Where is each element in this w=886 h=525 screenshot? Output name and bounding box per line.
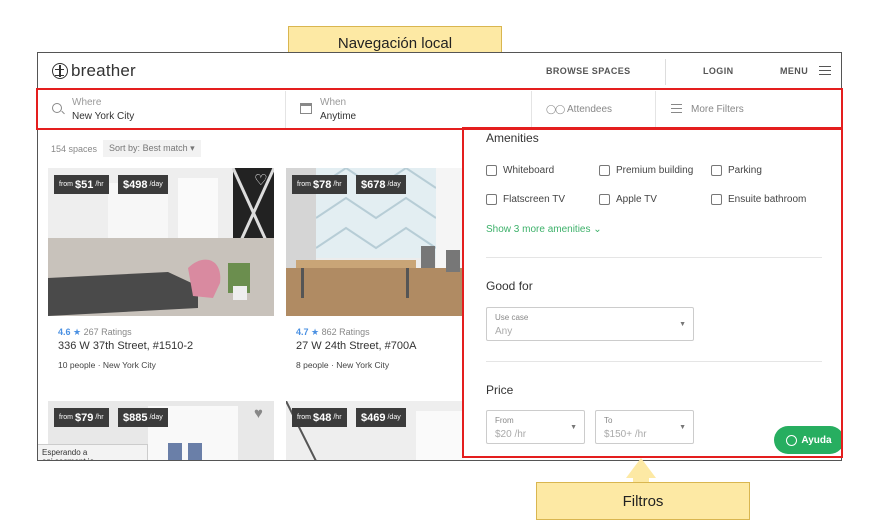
hamburger-icon[interactable]	[819, 66, 831, 75]
listing-address[interactable]: 27 W 24th Street, #700A	[296, 340, 416, 352]
hourly-unit: /hr	[333, 181, 342, 188]
heart-icon[interactable]: ♥	[254, 406, 268, 421]
daily-unit: /day	[387, 414, 401, 421]
price-from-label: from	[297, 414, 311, 421]
results-meta: 154 spaces Sort by: Best match ▾	[51, 140, 201, 157]
logo[interactable]: breather	[52, 61, 136, 81]
callout-arrow-up	[626, 458, 656, 478]
daily-price: $885	[123, 411, 148, 424]
hourly-price-tag: from $48 /hr	[292, 408, 347, 427]
logo-text: breather	[71, 61, 136, 80]
filters-highlight	[462, 127, 843, 458]
rating-row: 4.6 ★ 267 Ratings	[58, 327, 132, 338]
price-from-label: from	[59, 414, 73, 421]
capacity: 8 people	[296, 360, 329, 370]
browse-spaces-link[interactable]: BROWSE SPACES	[546, 66, 631, 76]
nav-divider	[665, 59, 666, 85]
sort-value: Best match	[142, 143, 188, 153]
hourly-price: $79	[75, 411, 94, 424]
heart-icon[interactable]: ♡	[254, 173, 268, 188]
browser-status-bar: Esperando a api.segment.io...	[38, 444, 148, 460]
results-count: 154 spaces	[51, 143, 98, 154]
price-from-label: from	[297, 181, 311, 188]
hourly-unit: /hr	[95, 181, 104, 188]
listing-photo[interactable]: from $51 /hr $498 /day ♡	[48, 168, 274, 316]
listing-meta: 10 people · New York City	[58, 360, 156, 370]
hourly-price: $78	[313, 178, 332, 191]
top-navigation: breather BROWSE SPACES LOGIN MENU	[38, 53, 841, 90]
daily-unit: /day	[149, 181, 163, 188]
city: New York City	[336, 360, 390, 370]
hourly-price-tag: from $51 /hr	[54, 175, 109, 194]
daily-price: $498	[123, 178, 148, 191]
star-icon: ★	[73, 327, 82, 337]
hourly-price-tag: from $78 /hr	[292, 175, 347, 194]
listing-card[interactable]: from $51 /hr $498 /day ♡ 4.6 ★ 267 Ratin…	[48, 168, 274, 378]
capacity: 10 people	[58, 360, 96, 370]
hourly-unit: /hr	[333, 414, 342, 421]
rating-score: 4.7	[296, 327, 309, 337]
city: New York City	[102, 360, 156, 370]
daily-price: $469	[361, 411, 386, 424]
daily-unit: /day	[387, 181, 401, 188]
rating-count: 862 Ratings	[321, 327, 370, 337]
local-navigation-highlight	[36, 88, 843, 130]
hourly-price: $48	[313, 411, 332, 424]
daily-price-tag: $469 /day	[356, 408, 406, 427]
breather-logo-icon	[52, 63, 68, 79]
login-link[interactable]: LOGIN	[703, 66, 734, 76]
star-icon: ★	[311, 327, 320, 337]
listing-address[interactable]: 336 W 37th Street, #1510-2	[58, 340, 193, 352]
price-from-label: from	[59, 181, 73, 188]
sort-dropdown[interactable]: Sort by: Best match ▾	[103, 140, 201, 157]
daily-price-tag: $678 /day	[356, 175, 406, 194]
rating-row: 4.7 ★ 862 Ratings	[296, 327, 370, 338]
daily-price-tag: $498 /day	[118, 175, 168, 194]
hourly-price-tag: from $79 /hr	[54, 408, 109, 427]
menu-link[interactable]: MENU	[780, 66, 808, 76]
filters-callout: Filtros	[536, 482, 750, 520]
listing-meta: 8 people · New York City	[296, 360, 389, 370]
hourly-unit: /hr	[95, 414, 104, 421]
rating-score: 4.6	[58, 327, 71, 337]
rating-count: 267 Ratings	[83, 327, 132, 337]
hourly-price: $51	[75, 178, 94, 191]
daily-price-tag: $885 /day	[118, 408, 168, 427]
chevron-down-icon: ▾	[190, 143, 195, 153]
daily-price: $678	[361, 178, 386, 191]
sort-label: Sort by:	[109, 143, 141, 153]
daily-unit: /day	[149, 414, 163, 421]
